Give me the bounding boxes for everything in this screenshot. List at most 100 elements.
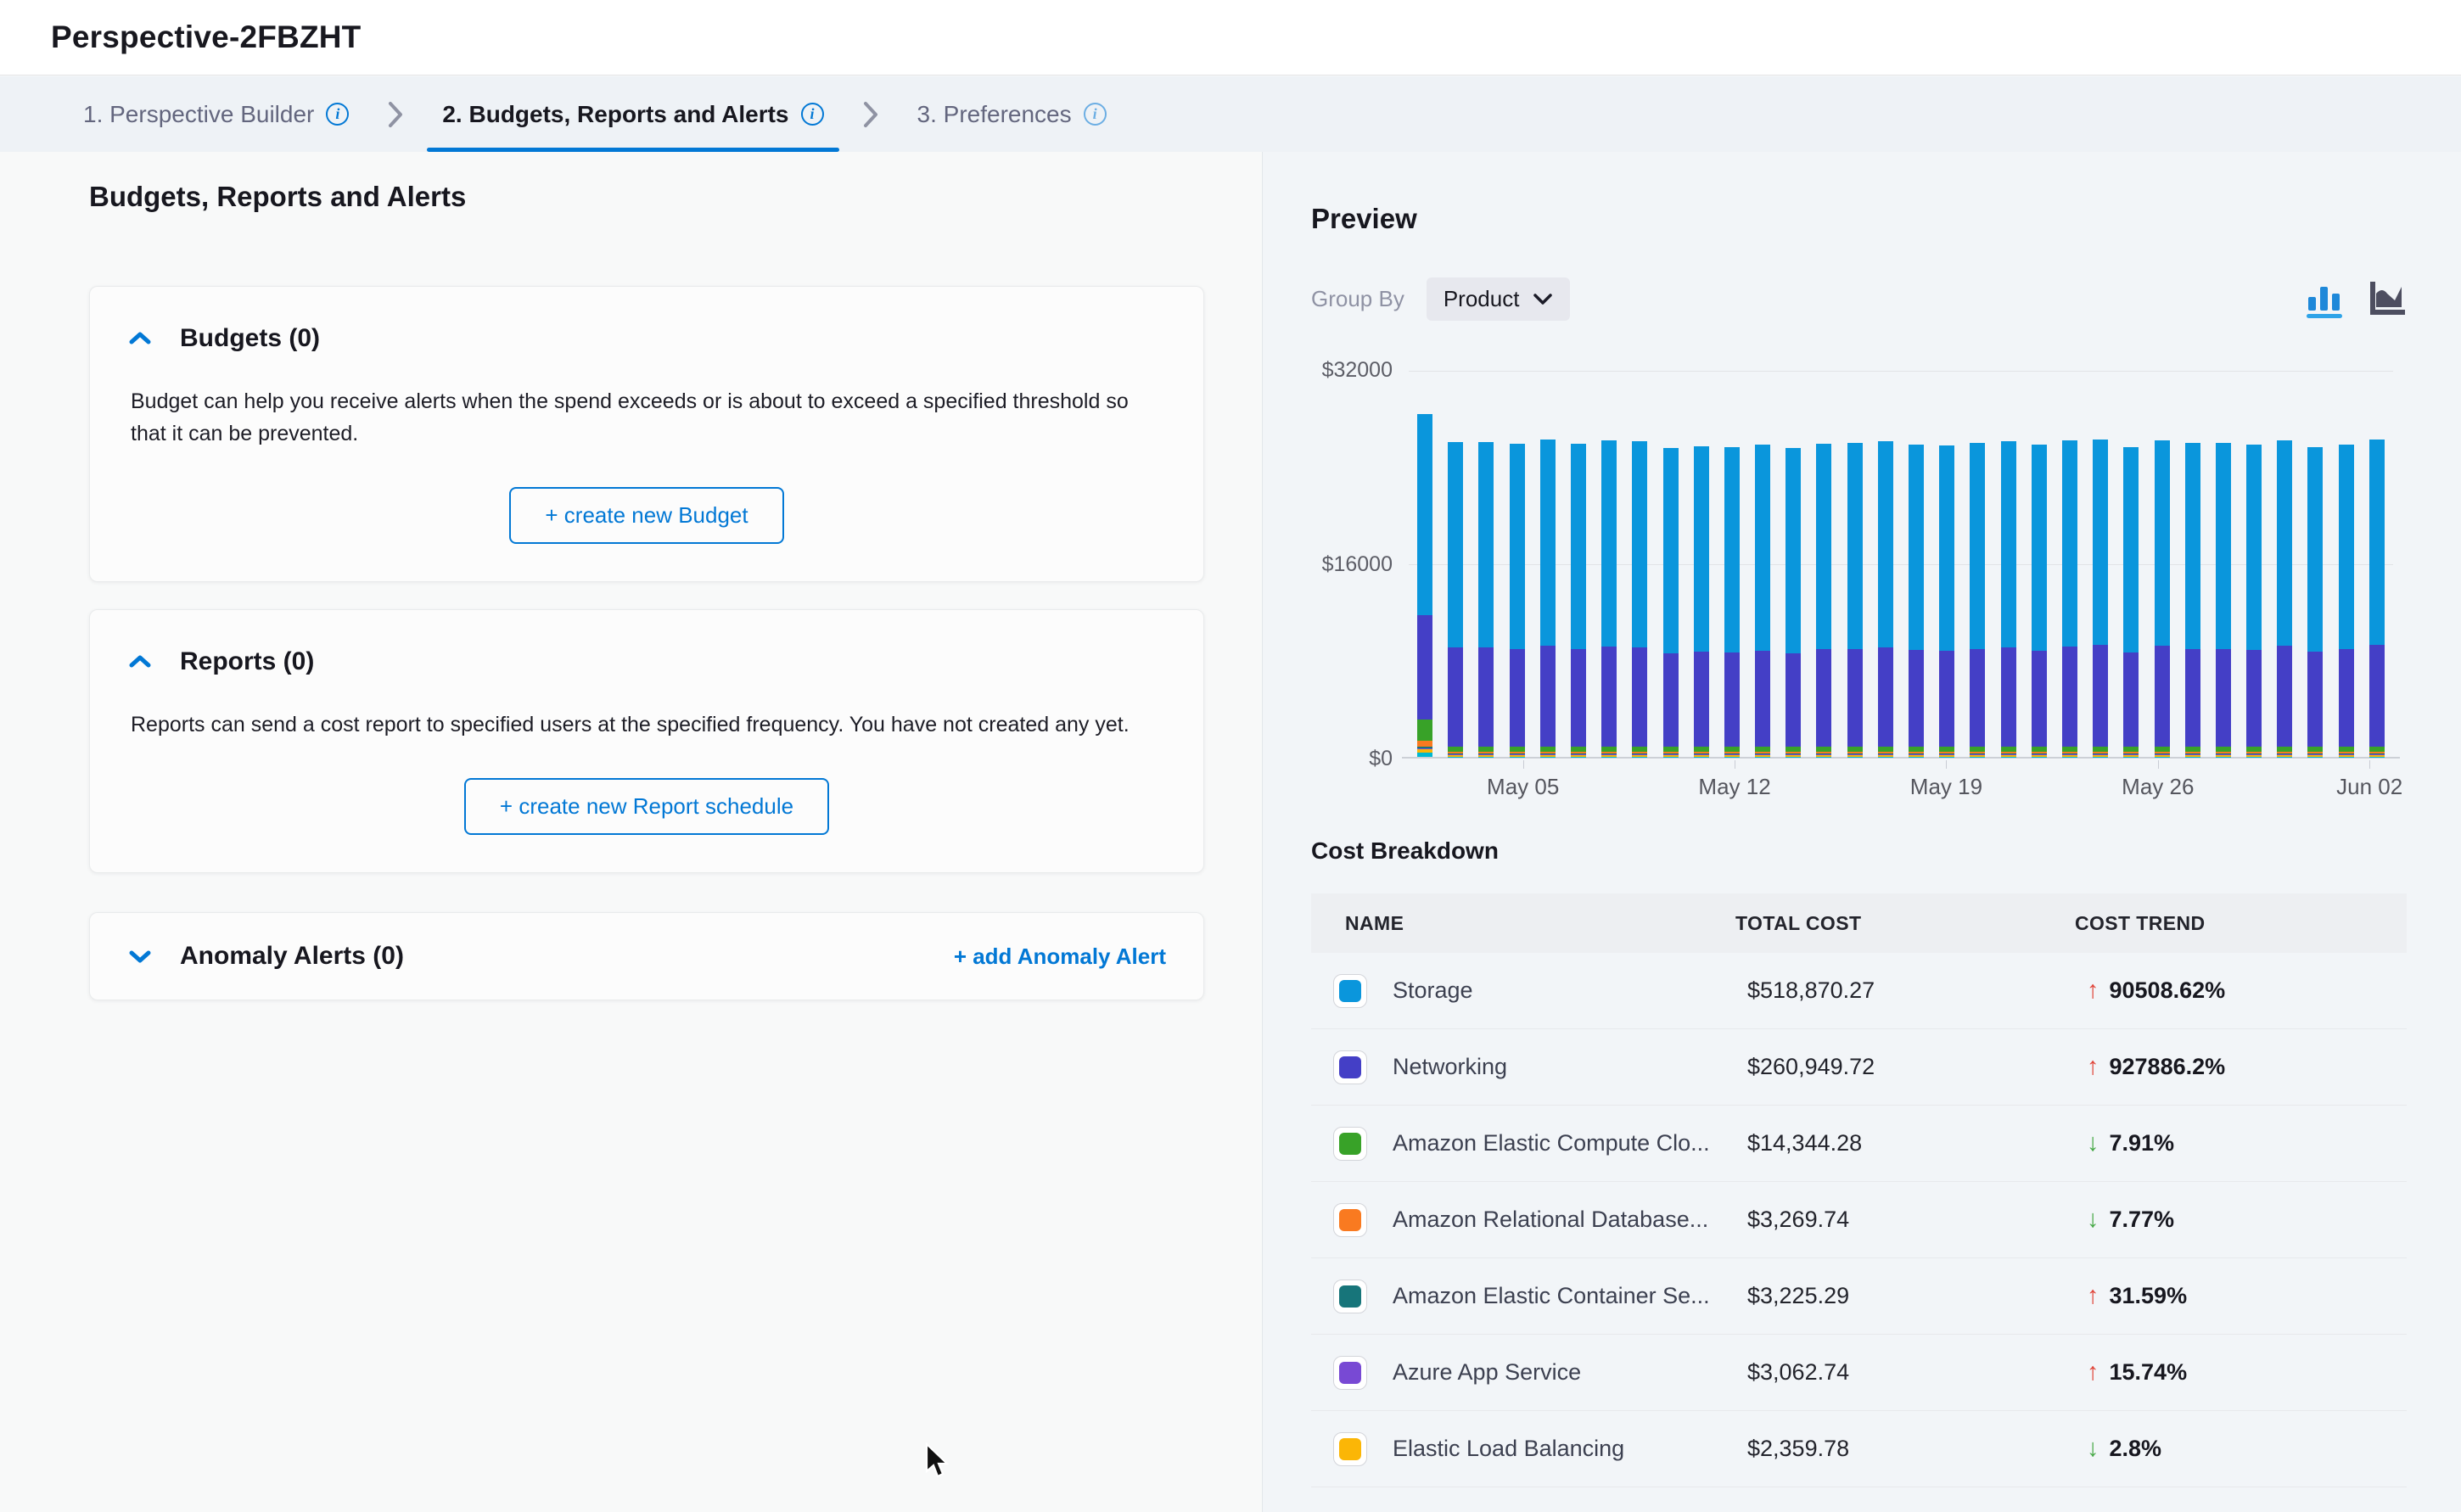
group-by-dropdown[interactable]: Product bbox=[1427, 277, 1571, 321]
bar-segment bbox=[1694, 652, 1709, 748]
y-axis-label: $32000 bbox=[1311, 358, 1393, 383]
chevron-up-icon[interactable] bbox=[127, 326, 153, 351]
trend-value: 7.77% bbox=[2110, 1207, 2175, 1233]
bar-segment bbox=[2001, 441, 2016, 647]
bar-segment bbox=[1417, 741, 1432, 747]
preview-chart: $32000 $16000 $0 May 05May 12May 19May 2… bbox=[1311, 343, 2407, 814]
bar-May 25[interactable] bbox=[2123, 447, 2139, 757]
bar-May 21[interactable] bbox=[2001, 441, 2016, 757]
bar-segment bbox=[2062, 440, 2077, 646]
bar-May 20[interactable] bbox=[1970, 443, 1985, 757]
legend-swatch bbox=[1333, 1050, 1367, 1084]
table-row-amazon-relational-database[interactable]: Amazon Relational Database...$3,269.74↓7… bbox=[1311, 1182, 2407, 1258]
screen: Perspective-2FBZHT 1. Perspective Builde… bbox=[0, 0, 2461, 1512]
x-axis-line bbox=[1402, 757, 2400, 759]
trend-value: 31.59% bbox=[2110, 1283, 2188, 1309]
cell-name: Amazon Elastic Compute Clo... bbox=[1311, 1127, 1747, 1161]
tab-budgets-reports-alerts[interactable]: 2. Budgets, Reports and Alerts i bbox=[427, 76, 838, 152]
table-row-azure-app-service[interactable]: Azure App Service$3,062.74↑15.74% bbox=[1311, 1335, 2407, 1411]
bar-May 12[interactable] bbox=[1724, 447, 1740, 757]
cell-cost-trend: ↓2.8% bbox=[2087, 1435, 2407, 1463]
bar-May 13[interactable] bbox=[1755, 445, 1770, 757]
bar-May 08[interactable] bbox=[1601, 440, 1617, 757]
service-name: Azure App Service bbox=[1393, 1359, 1581, 1386]
bar-May 26[interactable] bbox=[2155, 440, 2170, 757]
tab-preferences[interactable]: 3. Preferences i bbox=[902, 76, 1122, 152]
reports-description: Reports can send a cost report to specif… bbox=[131, 708, 1141, 741]
table-row-amazon-elastic-container-se[interactable]: Amazon Elastic Container Se...$3,225.29↑… bbox=[1311, 1258, 2407, 1335]
legend-swatch bbox=[1333, 1432, 1367, 1466]
preview-title: Preview bbox=[1311, 203, 2407, 235]
table-row-elastic-load-balancing[interactable]: Elastic Load Balancing$2,359.78↓2.8% bbox=[1311, 1411, 2407, 1487]
bar-May 27[interactable] bbox=[2185, 443, 2200, 757]
bar-chart-icon[interactable] bbox=[2307, 280, 2344, 319]
bar-May 14[interactable] bbox=[1785, 448, 1801, 757]
table-row-amazon-elastic-compute-clo[interactable]: Amazon Elastic Compute Clo...$14,344.28↓… bbox=[1311, 1106, 2407, 1182]
bar-segment bbox=[1755, 651, 1770, 747]
bar-segment bbox=[1601, 440, 1617, 647]
area-chart-icon[interactable] bbox=[2368, 280, 2407, 319]
create-report-schedule-button[interactable]: + create new Report schedule bbox=[464, 778, 829, 835]
bar-May 30[interactable] bbox=[2277, 440, 2292, 757]
table-row-storage[interactable]: Storage$518,870.27↑90508.62% bbox=[1311, 953, 2407, 1029]
bar-May 04[interactable] bbox=[1478, 442, 1494, 757]
legend-swatch bbox=[1333, 1280, 1367, 1313]
bar-segment bbox=[1478, 647, 1494, 748]
reports-card-header[interactable]: Reports (0) bbox=[127, 647, 1166, 676]
cell-cost-trend: ↑927886.2% bbox=[2087, 1053, 2407, 1081]
bar-segment bbox=[2093, 645, 2108, 747]
info-icon[interactable]: i bbox=[326, 103, 349, 126]
bar-May 07[interactable] bbox=[1571, 444, 1586, 757]
chevron-down-icon[interactable] bbox=[127, 944, 153, 969]
bar-May 24[interactable] bbox=[2093, 440, 2108, 757]
bar-May 11[interactable] bbox=[1694, 446, 1709, 757]
bar-May 22[interactable] bbox=[2032, 445, 2047, 757]
cell-total-cost: $260,949.72 bbox=[1747, 1054, 2087, 1080]
bar-Jun 02[interactable] bbox=[2369, 440, 2385, 757]
bar-segment bbox=[2246, 650, 2262, 747]
bar-May 31[interactable] bbox=[2307, 447, 2323, 757]
add-anomaly-alert-link[interactable]: + add Anomaly Alert bbox=[954, 944, 1166, 970]
info-icon[interactable]: i bbox=[801, 103, 824, 126]
table-row-networking[interactable]: Networking$260,949.72↑927886.2% bbox=[1311, 1029, 2407, 1106]
x-axis-label: May 26 bbox=[2122, 774, 2194, 800]
column-header-name: NAME bbox=[1311, 912, 1735, 935]
bar-segment bbox=[1601, 647, 1617, 747]
bar-segment bbox=[1785, 448, 1801, 653]
cost-breakdown-table: NAME TOTAL COST COST TREND Storage$518,8… bbox=[1311, 893, 2407, 1487]
bar-May 05[interactable] bbox=[1510, 444, 1525, 757]
bar-segment bbox=[1663, 448, 1679, 653]
trend-value: 90508.62% bbox=[2110, 977, 2226, 1004]
bar-Jun 01[interactable] bbox=[2339, 445, 2354, 757]
stacked-bars[interactable] bbox=[1417, 371, 2385, 757]
info-icon[interactable]: i bbox=[1084, 103, 1107, 126]
budgets-card-header[interactable]: Budgets (0) bbox=[127, 324, 1166, 353]
bar-May 19[interactable] bbox=[1939, 445, 1954, 757]
create-budget-button[interactable]: + create new Budget bbox=[509, 487, 783, 544]
cell-cost-trend: ↓7.91% bbox=[2087, 1129, 2407, 1157]
bar-segment bbox=[2123, 652, 2139, 747]
bar-May 29[interactable] bbox=[2246, 445, 2262, 757]
trend-up-arrow-icon: ↑ bbox=[2087, 977, 2099, 1005]
bar-May 03[interactable] bbox=[1448, 442, 1463, 757]
trend-up-arrow-icon: ↑ bbox=[2087, 1358, 2099, 1386]
chevron-up-icon[interactable] bbox=[127, 649, 153, 675]
cell-total-cost: $3,225.29 bbox=[1747, 1283, 2087, 1309]
tab-perspective-builder[interactable]: 1. Perspective Builder i bbox=[68, 76, 364, 152]
bar-May 06[interactable] bbox=[1540, 440, 1556, 757]
series-color-icon bbox=[1339, 980, 1361, 1002]
bar-May 17[interactable] bbox=[1878, 441, 1893, 757]
bar-May 02[interactable] bbox=[1417, 414, 1432, 757]
bar-May 15[interactable] bbox=[1816, 444, 1831, 757]
bar-May 23[interactable] bbox=[2062, 440, 2077, 757]
bar-May 16[interactable] bbox=[1847, 443, 1863, 757]
cell-cost-trend: ↓7.77% bbox=[2087, 1206, 2407, 1234]
service-name: Storage bbox=[1393, 977, 1473, 1004]
bar-May 18[interactable] bbox=[1909, 445, 1924, 757]
bar-May 09[interactable] bbox=[1632, 441, 1647, 757]
cell-name: Storage bbox=[1311, 974, 1747, 1008]
mouse-cursor bbox=[923, 1442, 952, 1484]
bar-segment bbox=[1724, 447, 1740, 652]
bar-May 10[interactable] bbox=[1663, 448, 1679, 757]
bar-May 28[interactable] bbox=[2216, 443, 2231, 757]
